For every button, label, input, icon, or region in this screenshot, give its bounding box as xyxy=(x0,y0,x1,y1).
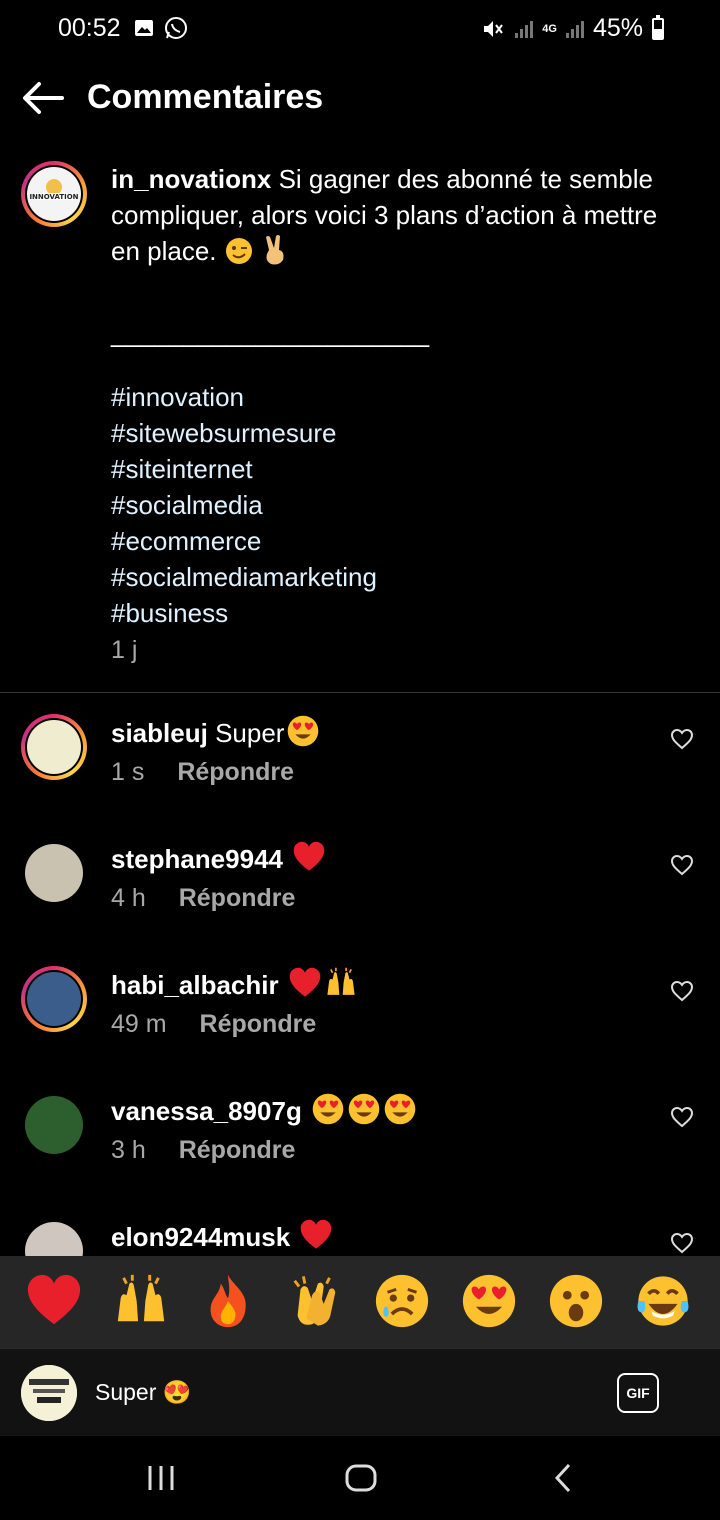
reply-button[interactable]: Répondre xyxy=(177,758,294,786)
raising-hands-emoji-button[interactable] xyxy=(106,1266,176,1336)
gallery-icon xyxy=(135,20,153,36)
commenter-username[interactable]: vanessa_8907g xyxy=(111,1096,302,1126)
like-comment-button[interactable] xyxy=(670,1232,694,1254)
hashtag-link[interactable]: #ecommerce xyxy=(111,523,671,559)
user-avatar xyxy=(21,1365,77,1421)
hashtag-link[interactable]: #business xyxy=(111,595,671,631)
comment-item: vanessa_8907g 3 h Répondre xyxy=(0,1092,720,1202)
page-title: Commentaires xyxy=(87,78,324,116)
whatsapp-icon xyxy=(165,17,187,39)
red-heart-emoji xyxy=(288,966,322,1008)
back-button[interactable] xyxy=(20,80,66,116)
comment-time: 1 s xyxy=(111,758,145,786)
heart-outline-icon xyxy=(670,728,694,750)
like-comment-button[interactable] xyxy=(670,854,694,876)
emoji-reaction-bar xyxy=(0,1256,720,1348)
recent-apps-icon xyxy=(148,1466,174,1490)
heart-eyes-emoji xyxy=(347,1092,381,1134)
commenter-username[interactable]: stephane9944 xyxy=(111,844,283,874)
like-comment-button[interactable] xyxy=(670,980,694,1002)
author-avatar[interactable]: INNOVATION xyxy=(21,161,87,227)
heart-eyes-emoji xyxy=(383,1092,417,1134)
heart-outline-icon xyxy=(670,1106,694,1128)
comment-time: 49 m xyxy=(111,1010,167,1038)
red-heart-emoji xyxy=(292,840,326,882)
commenter-avatar[interactable] xyxy=(21,966,87,1032)
home-icon xyxy=(345,1464,377,1492)
comment-text: Super xyxy=(215,718,285,748)
comment-time: 3 h xyxy=(111,1136,146,1164)
victory-hand-emoji xyxy=(266,235,284,265)
heart-outline-icon xyxy=(670,980,694,1002)
innovation-logo: INNOVATION xyxy=(29,179,79,201)
commenter-username[interactable]: elon9244musk xyxy=(111,1222,290,1252)
heart-outline-icon xyxy=(670,1232,694,1254)
comment-time: 4 h xyxy=(111,884,146,912)
commenter-username[interactable]: habi_albachir xyxy=(111,970,279,1000)
like-comment-button[interactable] xyxy=(670,728,694,750)
hashtag-link[interactable]: #innovation xyxy=(111,379,671,415)
clapping-hands-emoji-button[interactable] xyxy=(280,1266,350,1336)
battery-icon xyxy=(652,14,664,40)
reply-button[interactable]: Répondre xyxy=(200,1010,317,1038)
winking-face-emoji xyxy=(225,238,252,264)
commenter-username[interactable]: siableuj xyxy=(111,718,208,748)
avatar-image xyxy=(21,1365,77,1421)
navigation-bar xyxy=(0,1436,720,1520)
sad-face-emoji-button[interactable] xyxy=(367,1266,437,1336)
heart-eyes-emoji xyxy=(286,714,320,756)
gif-button[interactable]: GIF xyxy=(617,1373,659,1413)
signal-icon xyxy=(515,20,534,38)
battery-percent: 45% xyxy=(592,14,643,42)
post-caption: in_novationx Si gagner des abonné te sem… xyxy=(111,161,671,631)
hashtag-link[interactable]: #siteinternet xyxy=(111,451,671,487)
comment-input-bar: GIF xyxy=(0,1348,720,1437)
recent-apps-button[interactable] xyxy=(131,1458,191,1498)
commenter-avatar[interactable] xyxy=(25,1096,83,1154)
divider xyxy=(0,692,720,693)
comment-item: stephane9944 4 h Répondre xyxy=(0,840,720,950)
raising-hands-emoji xyxy=(324,966,358,1008)
caption-time: 1 j xyxy=(111,636,138,664)
heart-eyes-emoji-button[interactable] xyxy=(454,1266,524,1336)
chevron-left-icon xyxy=(554,1463,571,1493)
comment-input[interactable] xyxy=(95,1379,515,1406)
hashtag-link[interactable]: #socialmedia xyxy=(111,487,671,523)
caption-username[interactable]: in_novationx xyxy=(111,164,271,194)
surprised-face-emoji-button[interactable] xyxy=(541,1266,611,1336)
red-heart-emoji xyxy=(299,1218,333,1260)
home-button[interactable] xyxy=(331,1458,391,1498)
svg-text:INNOVATION: INNOVATION xyxy=(29,193,78,201)
reply-button[interactable]: Répondre xyxy=(179,884,296,912)
fire-emoji-button[interactable] xyxy=(193,1266,263,1336)
arrow-left-icon xyxy=(23,82,64,114)
caption-separator: ______________________ xyxy=(111,318,430,348)
status-bar: 00:52 4G 45% xyxy=(0,0,720,58)
commenter-avatar[interactable] xyxy=(21,714,87,780)
nav-back-button[interactable] xyxy=(533,1458,593,1498)
heart-eyes-emoji xyxy=(311,1092,345,1134)
heart-outline-icon xyxy=(670,854,694,876)
hashtag-link[interactable]: #sitewebsurmesure xyxy=(111,415,671,451)
hashtag-link[interactable]: #socialmediamarketing xyxy=(111,559,671,595)
network-type: 4G xyxy=(542,22,557,35)
comment-item: siableuj Super 1 s Répondre xyxy=(0,714,720,824)
tears-of-joy-emoji-button[interactable] xyxy=(628,1266,698,1336)
reply-button[interactable]: Répondre xyxy=(179,1136,296,1164)
like-comment-button[interactable] xyxy=(670,1106,694,1128)
status-time: 00:52 xyxy=(58,14,121,42)
signal-icon-2 xyxy=(565,20,584,38)
commenter-avatar[interactable] xyxy=(25,844,83,902)
mute-icon xyxy=(484,20,504,37)
hashtag-list: #innovation #sitewebsurmesure #siteinterne… xyxy=(111,379,671,631)
red-heart-emoji-button[interactable] xyxy=(19,1266,89,1336)
comment-item: habi_albachir 49 m Répondre xyxy=(0,966,720,1076)
